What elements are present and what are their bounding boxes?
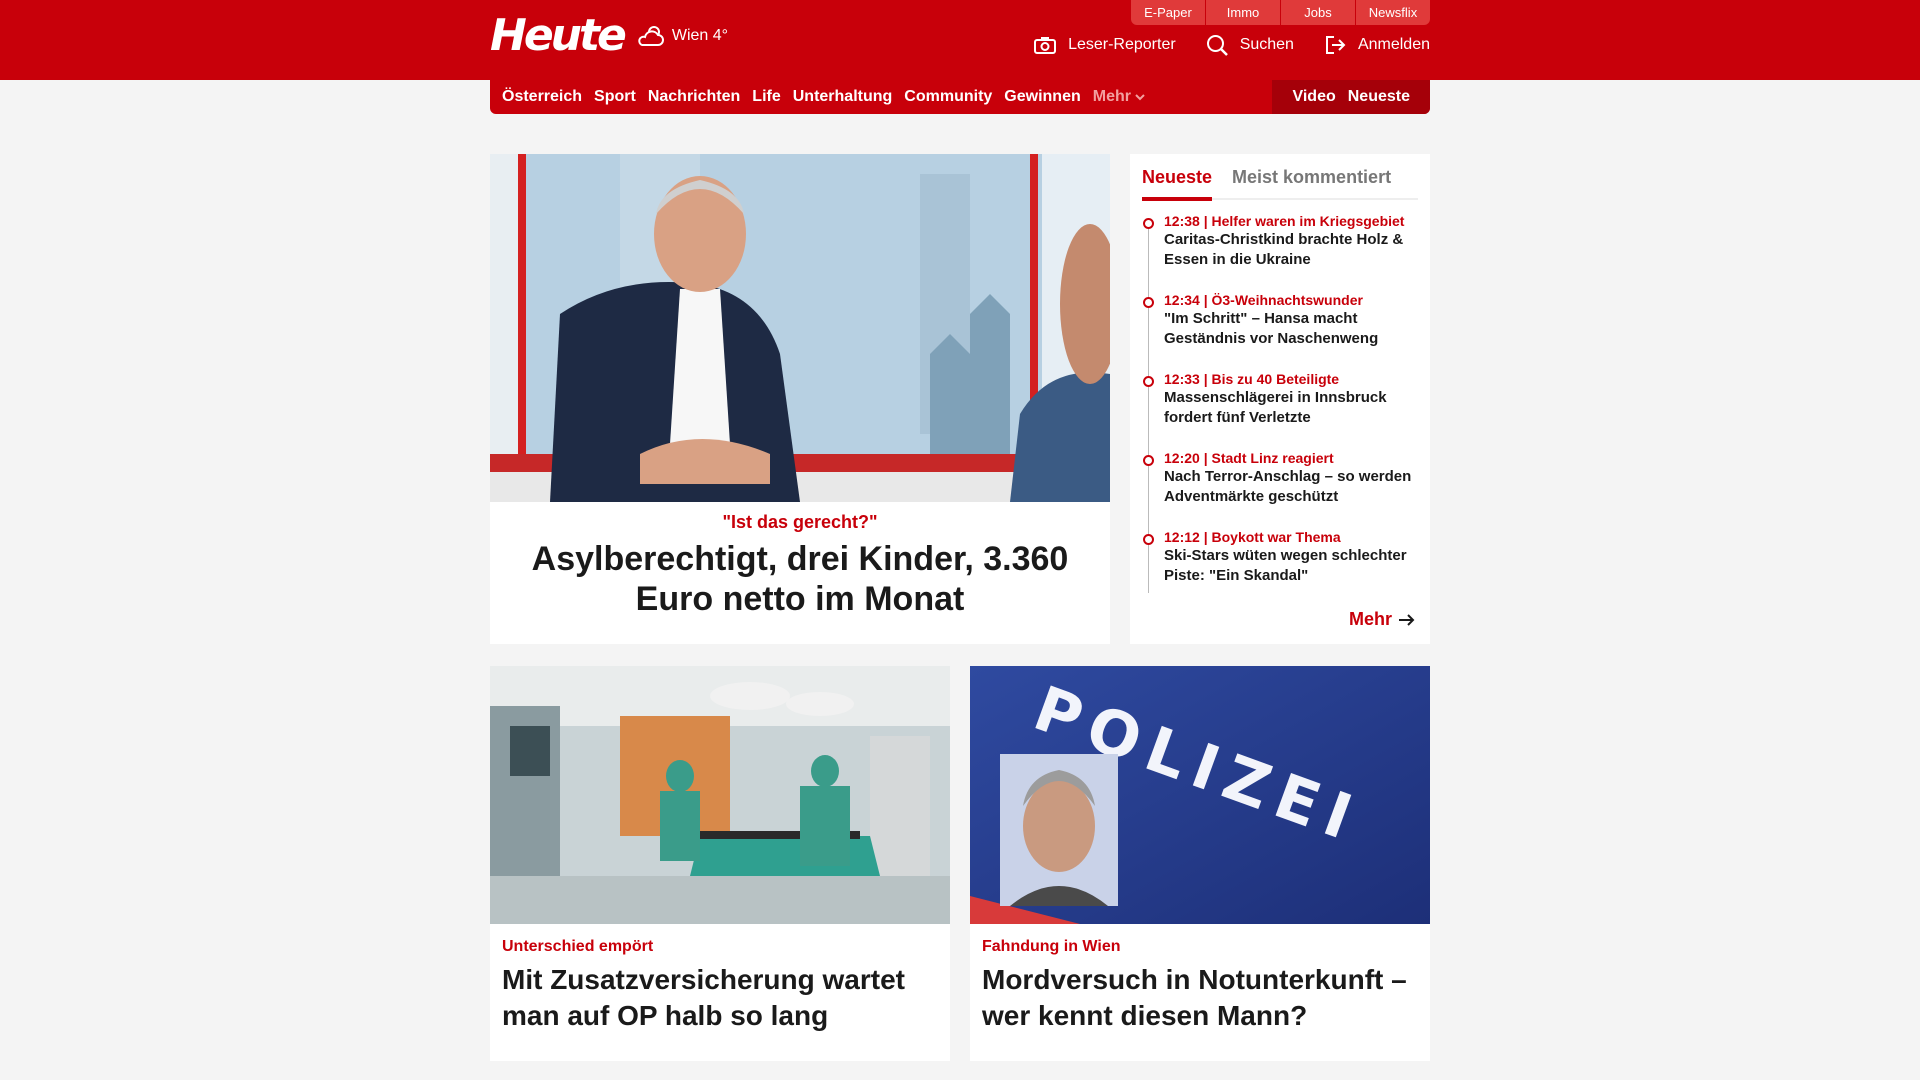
feed-item-title: Ski-Stars wüten wegen schlechter Piste: … <box>1164 547 1407 584</box>
search-button[interactable]: Suchen <box>1206 34 1294 56</box>
top-header <box>0 0 1920 80</box>
hero-article[interactable]: "Ist das gerecht?" Asylberechtigt, drei … <box>490 154 1110 644</box>
service-link-newsflix[interactable]: Newsflix <box>1356 0 1430 25</box>
chevron-down-icon <box>1135 94 1146 101</box>
feed-item[interactable]: 12:12 | Boykott war Thema Ski-Stars wüte… <box>1142 528 1418 607</box>
sidebar-tabs: Neueste Meist kommentiert <box>1142 154 1418 201</box>
article-title: Mit Zusatzversicherung wartet man auf OP… <box>502 964 905 1031</box>
feed-item-title: Nach Terror-Anschlag – so werden Adventm… <box>1164 468 1412 505</box>
nav-item-neueste[interactable]: Neueste <box>1348 88 1410 106</box>
article-card-op[interactable]: Unterschied empört Mit Zusatzversicherun… <box>490 666 950 1061</box>
timeline-dot-icon <box>1143 455 1154 466</box>
nav-more-label: Mehr <box>1092 88 1131 105</box>
feed-item-title: "Im Schritt" – Hansa macht Geständnis vo… <box>1164 310 1379 347</box>
arrow-right-icon <box>1399 613 1415 626</box>
login-button[interactable]: Anmelden <box>1324 35 1430 55</box>
more-news-link[interactable]: Mehr <box>1349 609 1416 630</box>
header-actions: Leser-Reporter Suchen Anmelden <box>1004 34 1430 56</box>
news-feed: 12:38 | Helfer waren im Kriegsgebiet Car… <box>1142 212 1418 607</box>
nav-item-unterhaltung[interactable]: Unterhaltung <box>793 88 893 106</box>
feed-item-meta: 12:33 | Bis zu 40 Beteiligte <box>1164 371 1340 387</box>
more-news-label: Mehr <box>1348 609 1392 629</box>
login-label: Anmelden <box>1357 36 1430 53</box>
cloud-sun-icon <box>638 26 664 46</box>
leser-reporter-button[interactable]: Leser-Reporter <box>1034 36 1176 54</box>
nav-right-group: Video Neueste <box>1272 80 1430 114</box>
nav-item-video[interactable]: Video <box>1292 88 1335 106</box>
nav-more-dropdown[interactable]: Mehr <box>1093 88 1146 106</box>
weather-label: Wien 4° <box>671 27 729 44</box>
hero-kicker: "Ist das gerecht?" <box>722 512 878 532</box>
login-icon <box>1325 36 1346 54</box>
weather-widget[interactable]: Wien 4° <box>636 23 728 49</box>
nav-item-life[interactable]: Life <box>752 88 780 106</box>
nav-item-oesterreich[interactable]: Österreich <box>502 88 582 106</box>
service-link-epaper[interactable]: E-Paper <box>1131 0 1205 25</box>
nav-item-gewinnen[interactable]: Gewinnen <box>1004 88 1080 106</box>
main-nav: Österreich Sport Nachrichten Life Unterh… <box>490 80 1430 114</box>
tab-meist-kommentiert[interactable]: Meist kommentiert <box>1232 154 1391 198</box>
article-kicker: Unterschied empört <box>502 938 654 955</box>
search-label: Suchen <box>1239 36 1294 53</box>
search-icon <box>1206 35 1228 56</box>
timeline-dot-icon <box>1143 297 1154 308</box>
article-title: Mordversuch in Notunterkunft – wer kennt… <box>982 964 1407 1031</box>
feed-item-title: Massenschlägerei in Innsbruck fordert fü… <box>1164 389 1387 426</box>
article-image-polizei: POLIZEI <box>970 666 1430 924</box>
feed-item[interactable]: 12:38 | Helfer waren im Kriegsgebiet Car… <box>1142 212 1418 291</box>
article-kicker: Fahndung in Wien <box>982 938 1121 955</box>
article-card-fahndung[interactable]: POLIZEI Fahndung in Wien Mordversuch in … <box>970 666 1430 1061</box>
heute-logo[interactable]: Heute <box>490 14 627 58</box>
brand: Heute Wien 4° <box>490 12 728 60</box>
timeline-dot-icon <box>1143 376 1154 387</box>
feed-item-meta: 12:12 | Boykott war Thema <box>1164 529 1341 545</box>
service-link-immo[interactable]: Immo <box>1206 0 1280 25</box>
latest-news-sidebar: Neueste Meist kommentiert 12:38 | Helfer… <box>1130 154 1430 644</box>
hero-title: Asylberechtigt, drei Kinder, 3.360 Euro … <box>531 540 1069 618</box>
tab-neueste[interactable]: Neueste <box>1142 154 1213 201</box>
feed-item-title: Caritas-Christkind brachte Holz & Essen … <box>1164 231 1404 268</box>
timeline-dot-icon <box>1143 534 1154 545</box>
nav-item-sport[interactable]: Sport <box>594 88 636 106</box>
feed-item[interactable]: 12:34 | Ö3-Weihnachtswunder "Im Schritt"… <box>1142 291 1418 370</box>
leser-reporter-label: Leser-Reporter <box>1068 36 1176 53</box>
hero-image <box>490 154 1110 502</box>
camera-icon <box>1034 37 1057 54</box>
article-image-operating-room <box>490 666 950 924</box>
feed-item-meta: 12:38 | Helfer waren im Kriegsgebiet <box>1164 213 1405 229</box>
feed-item[interactable]: 12:33 | Bis zu 40 Beteiligte Massenschlä… <box>1142 370 1418 449</box>
nav-item-nachrichten[interactable]: Nachrichten <box>648 88 740 106</box>
service-links: E-Paper Immo Jobs Newsflix <box>1130 0 1430 25</box>
feed-item[interactable]: 12:20 | Stadt Linz reagiert Nach Terror-… <box>1142 449 1418 528</box>
timeline-dot-icon <box>1143 218 1154 229</box>
feed-item-meta: 12:20 | Stadt Linz reagiert <box>1164 450 1334 466</box>
nav-item-community[interactable]: Community <box>904 88 992 106</box>
feed-item-meta: 12:34 | Ö3-Weihnachtswunder <box>1164 292 1363 308</box>
service-link-jobs[interactable]: Jobs <box>1281 0 1355 25</box>
